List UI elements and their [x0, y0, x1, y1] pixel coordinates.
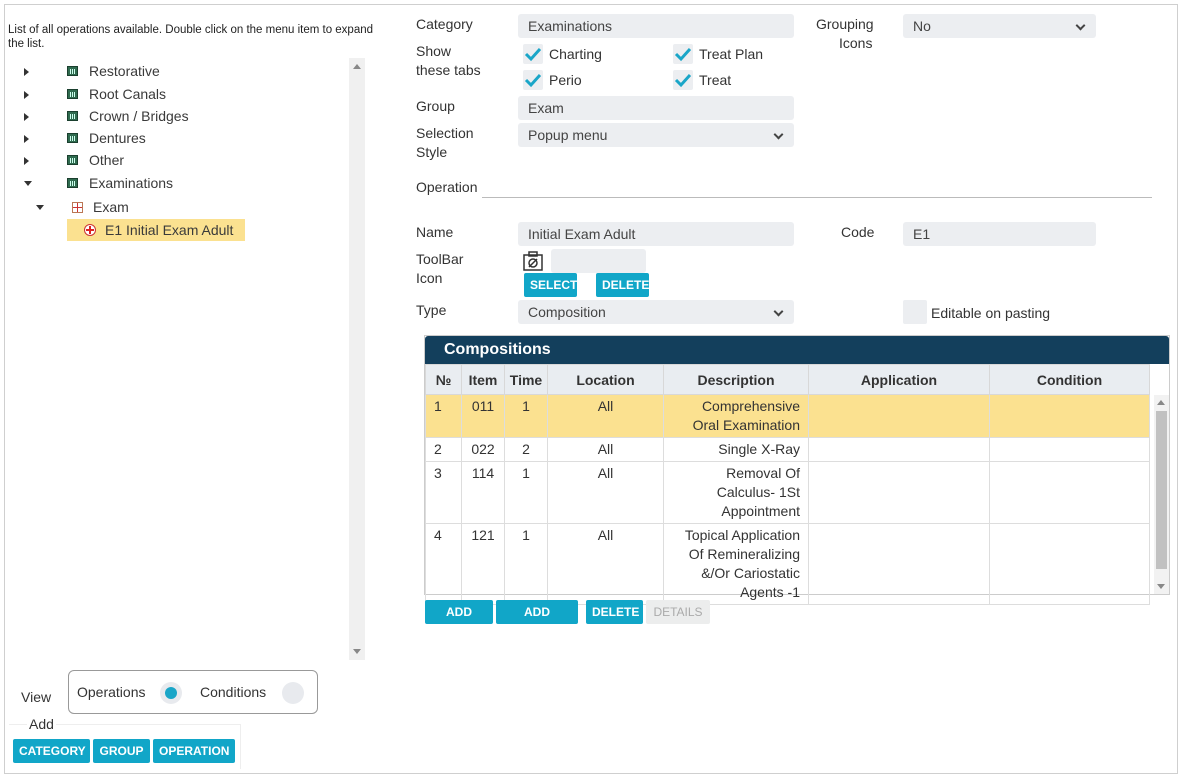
type-select[interactable]: Composition — [518, 300, 794, 324]
group-icon — [72, 202, 83, 213]
select-icon-button[interactable]: SELECT — [524, 273, 577, 297]
column-header-item[interactable]: Item — [461, 364, 505, 395]
charting-label: Charting — [549, 46, 602, 62]
expand-icon[interactable] — [24, 91, 29, 99]
tree-scrollbar[interactable] — [349, 58, 365, 660]
expand-icon[interactable] — [24, 113, 29, 121]
table-row[interactable]: 3 114 1 All Removal Of Calculus- 1St App… — [425, 461, 1150, 524]
view-conditions-radio[interactable] — [282, 682, 304, 704]
view-label: View — [21, 689, 52, 705]
toolbar-icon-label-2: Icon — [416, 270, 443, 286]
check-icon — [524, 73, 542, 88]
operation-icon — [84, 224, 96, 236]
column-header-no[interactable]: № — [425, 364, 462, 395]
treat-label: Treat — [699, 72, 732, 88]
column-header-application[interactable]: Application — [808, 364, 990, 395]
add-label: Add — [27, 716, 56, 732]
selection-style-select[interactable]: Popup menu — [518, 123, 794, 147]
column-header-description[interactable]: Description — [663, 364, 809, 395]
section-divider — [482, 197, 1152, 198]
grouping-icons-label-1: Grouping — [816, 16, 874, 32]
category-field[interactable]: Examinations — [518, 14, 794, 38]
view-operations-label: Operations — [77, 684, 146, 700]
category-icon — [67, 178, 78, 188]
compositions-table: № Item Time Location Description Applica… — [425, 364, 1150, 605]
add-operation-button[interactable]: OPERATION — [153, 739, 235, 763]
category-icon — [67, 133, 78, 143]
name-field[interactable]: Initial Exam Adult — [518, 222, 794, 246]
grouping-icons-select[interactable]: No — [903, 14, 1096, 38]
view-conditions-label: Conditions — [200, 684, 267, 700]
view-operations-radio[interactable] — [160, 682, 182, 704]
column-header-location[interactable]: Location — [547, 364, 664, 395]
expand-icon[interactable] — [24, 135, 29, 143]
check-icon — [674, 73, 692, 88]
category-icon — [67, 66, 78, 76]
treat-plan-checkbox[interactable] — [673, 44, 693, 64]
scroll-up-icon[interactable] — [353, 64, 361, 69]
column-header-time[interactable]: Time — [504, 364, 548, 395]
chevron-down-icon — [1075, 20, 1086, 31]
editable-on-pasting-checkbox[interactable] — [903, 300, 927, 324]
editable-on-pasting-label: Editable on pasting — [931, 305, 1051, 321]
category-icon — [67, 111, 78, 121]
check-icon — [524, 47, 542, 62]
collapse-icon[interactable] — [36, 205, 44, 210]
perio-checkbox[interactable] — [523, 70, 543, 90]
show-tabs-label-1: Show — [416, 43, 452, 59]
group-field[interactable]: Exam — [518, 96, 794, 120]
toolbar-icon-preview-icon — [523, 251, 543, 271]
category-label: Category — [416, 16, 473, 32]
code-label: Code — [841, 224, 875, 240]
selection-style-label-2: Style — [416, 144, 448, 160]
compositions-panel: Compositions № Item Time Location Descri… — [424, 335, 1170, 605]
treat-plan-label: Treat Plan — [699, 46, 764, 62]
scroll-up-icon[interactable] — [1157, 400, 1165, 405]
add-category-button[interactable]: CATEGORY — [13, 739, 90, 763]
check-icon — [674, 47, 692, 62]
treat-checkbox[interactable] — [673, 70, 693, 90]
column-header-condition[interactable]: Condition — [989, 364, 1150, 395]
chevron-down-icon — [773, 129, 784, 140]
details-button[interactable]: DETAILS — [646, 600, 710, 624]
show-tabs-label-2: these tabs — [416, 62, 481, 78]
delete-icon-button[interactable]: DELETE — [596, 273, 649, 297]
add-new-button[interactable]: ADD NEW — [425, 600, 493, 643]
operations-tree: Restorative Root Canals Crown / Bridges … — [8, 60, 353, 660]
scroll-down-icon[interactable] — [353, 649, 361, 654]
view-toggle-group: Operations Conditions — [68, 670, 318, 714]
grouping-icons-label-2: Icons — [839, 35, 873, 51]
type-label: Type — [416, 302, 447, 318]
intro-text: List of all operations available. Double… — [8, 24, 374, 50]
chevron-down-icon — [773, 306, 784, 317]
scrollbar-thumb[interactable] — [1156, 411, 1167, 569]
table-scrollbar[interactable] — [1154, 395, 1169, 594]
operation-section-label: Operation — [416, 179, 478, 195]
charting-checkbox[interactable] — [523, 44, 543, 64]
tree-node-selected-operation[interactable]: E1 Initial Exam Adult — [67, 219, 245, 241]
toolbar-icon-field[interactable] — [551, 249, 646, 273]
delete-composition-button[interactable]: DELETE — [586, 600, 643, 624]
add-group-button[interactable]: GROUP — [93, 739, 150, 763]
collapse-icon[interactable] — [24, 181, 32, 186]
table-row[interactable]: 1 011 1 All Comprehensive Oral Examinati… — [425, 394, 1150, 438]
table-header-row: № Item Time Location Description Applica… — [425, 364, 1150, 395]
code-field[interactable]: E1 — [903, 222, 1096, 246]
expand-icon[interactable] — [24, 157, 29, 165]
add-from-button[interactable]: ADD FROM... — [496, 600, 578, 643]
toolbar-icon-label-1: ToolBar — [416, 251, 464, 267]
table-row[interactable]: 4 121 1 All Topical Application Of Remin… — [425, 523, 1150, 605]
selection-style-label-1: Selection — [416, 125, 474, 141]
name-label: Name — [416, 224, 454, 240]
table-row[interactable]: 2 022 2 All Single X-Ray — [425, 437, 1150, 462]
category-icon — [67, 155, 78, 165]
perio-label: Perio — [549, 72, 582, 88]
expand-icon[interactable] — [24, 68, 29, 76]
group-label: Group — [416, 98, 455, 114]
category-icon — [67, 89, 78, 99]
scroll-down-icon[interactable] — [1157, 584, 1165, 589]
compositions-title: Compositions — [425, 336, 1169, 364]
